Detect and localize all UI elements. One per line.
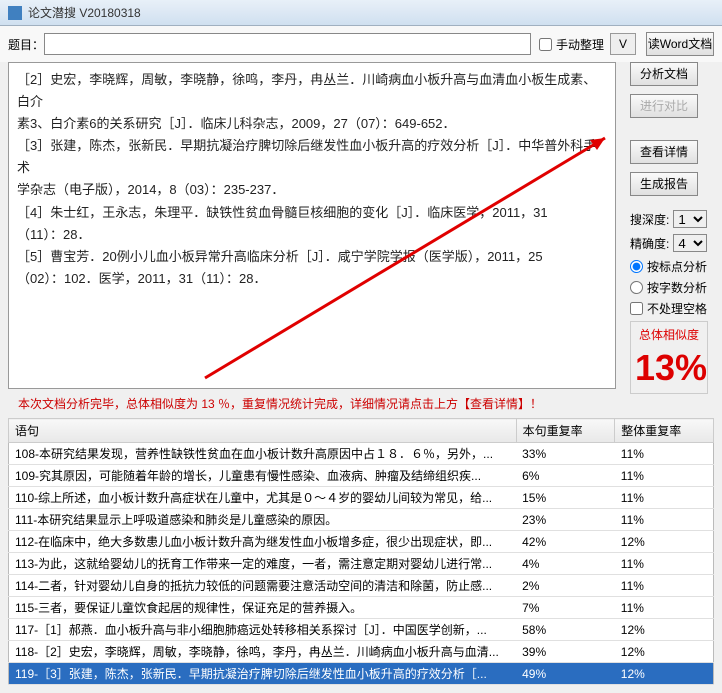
app-icon <box>8 6 22 20</box>
title-input[interactable] <box>44 33 531 55</box>
report-button[interactable]: 生成报告 <box>630 172 698 196</box>
charcount-label: 按字数分析 <box>647 279 707 296</box>
accuracy-select[interactable]: 4 <box>673 234 707 252</box>
punct-radio[interactable] <box>630 260 643 273</box>
similarity-box: 总体相似度 13% <box>630 321 708 394</box>
similarity-label: 总体相似度 <box>635 326 703 343</box>
right-panel: 分析文档 进行对比 查看详情 生成报告 搜深度: 1 精确度: 4 按标点分析 … <box>630 62 714 418</box>
table-row[interactable]: 108-本研究结果发现，营养性缺铁性贫血在血小板计数升高原因中占１８．６％，另外… <box>9 443 714 465</box>
result-textbox[interactable]: ［2］史宏，李晓辉，周敏，李晓静，徐鸣，李丹，冉丛兰．川崎病血小板升高与血清血小… <box>8 62 616 389</box>
titlebar: 论文潜搜 V20180318 <box>0 0 722 26</box>
charcount-radio[interactable] <box>630 281 643 294</box>
results-table[interactable]: 语句 本句重复率 整体重复率 108-本研究结果发现，营养性缺铁性贫血在血小板计… <box>8 418 714 685</box>
accuracy-label: 精确度: <box>630 235 669 252</box>
title-label: 题目： <box>8 36 44 53</box>
nospace-label: 不处理空格 <box>647 300 707 317</box>
col-sentence[interactable]: 语句 <box>9 419 517 443</box>
table-row[interactable]: 118-［2］史宏，李晓辉，周敏，李晓静，徐鸣，李丹，冉丛兰．川崎病血小板升高与… <box>9 641 714 663</box>
details-button[interactable]: 查看详情 <box>630 140 698 164</box>
textbox-line: ［2］史宏，李晓辉，周敏，李晓静，徐鸣，李丹，冉丛兰．川崎病血小板升高与血清血小… <box>17 69 607 113</box>
status-line: 本次文档分析完毕，总体相似度为 13 ％，重复情况统计完成，详细情况请点击上方【… <box>8 389 624 418</box>
top-row: 题目： 手动整理 V 读Word文档 <box>0 26 722 62</box>
similarity-value: 13% <box>635 347 703 389</box>
col-overall-rate[interactable]: 整体重复率 <box>615 419 714 443</box>
table-row[interactable]: 114-二者，针对婴幼儿自身的抵抗力较低的问题需要注意活动空间的清洁和除菌，防止… <box>9 575 714 597</box>
punct-label: 按标点分析 <box>647 258 707 275</box>
depth-label: 搜深度: <box>630 211 669 228</box>
table-row[interactable]: 112-在临床中，绝大多数患儿血小板计数升高为继发性血小板增多症，很少出现症状，… <box>9 531 714 553</box>
table-row[interactable]: 110-综上所述，血小板计数升高症状在儿童中，尤其是０～４岁的婴幼儿间较为常见，… <box>9 487 714 509</box>
depth-select[interactable]: 1 <box>673 210 707 228</box>
table-row[interactable]: 117-［1］郝燕．血小板升高与非小细胞肺癌远处转移相关系探讨［J］．中国医学创… <box>9 619 714 641</box>
compare-button: 进行对比 <box>630 94 698 118</box>
app-title: 论文潜搜 V20180318 <box>28 4 141 21</box>
table-row[interactable]: 113-为此，这就给婴幼儿的抚育工作带来一定的难度，一者，需注意定期对婴幼儿进行… <box>9 553 714 575</box>
arrow-annotation <box>195 128 615 388</box>
v-button[interactable]: V <box>610 33 636 55</box>
table-row[interactable]: 119-［3］张建，陈杰，张新民．早期抗凝治疗脾切除后继发性血小板升高的疗效分析… <box>9 663 714 685</box>
manual-checkbox[interactable] <box>539 38 552 51</box>
manual-label: 手动整理 <box>556 36 604 53</box>
table-row[interactable]: 111-本研究结果显示上呼吸道感染和肺炎是儿童感染的原因。23%11% <box>9 509 714 531</box>
read-word-button[interactable]: 读Word文档 <box>646 32 714 56</box>
nospace-checkbox[interactable] <box>630 302 643 315</box>
table-row[interactable]: 109-究其原因，可能随着年龄的增长，儿童患有慢性感染、血液病、肿瘤及结缔组织疾… <box>9 465 714 487</box>
col-sentence-rate[interactable]: 本句重复率 <box>516 419 615 443</box>
table-row[interactable]: 115-三者，要保证儿童饮食起居的规律性，保证充足的营养摄入。7%11% <box>9 597 714 619</box>
analyze-button[interactable]: 分析文档 <box>630 62 698 86</box>
